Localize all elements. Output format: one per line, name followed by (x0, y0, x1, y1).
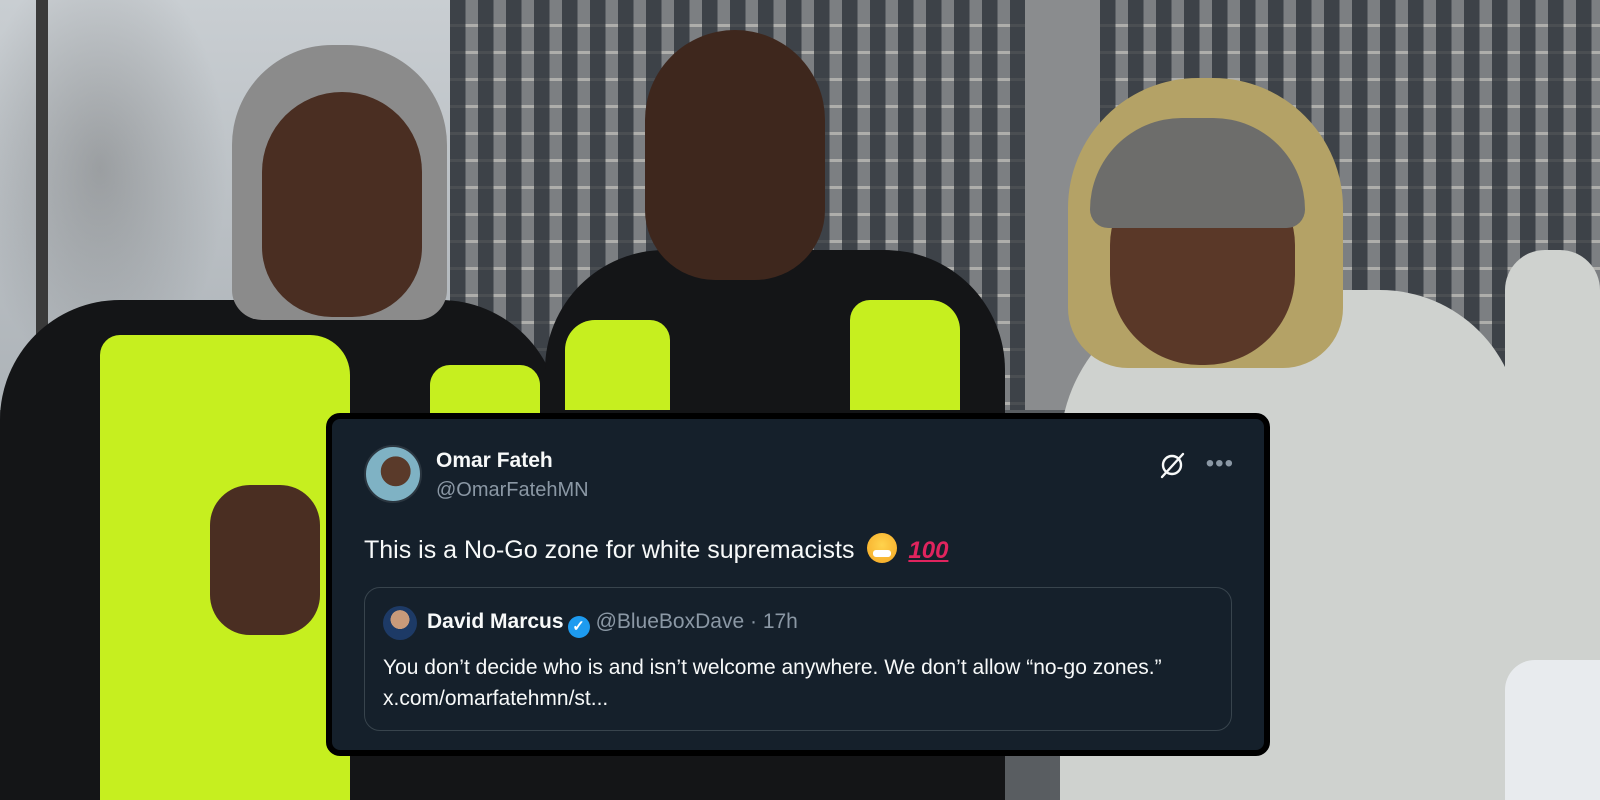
lamp-pole (36, 0, 48, 380)
person-left-hand (210, 485, 320, 635)
more-horizontal-icon[interactable]: ••• (1206, 450, 1234, 478)
person-right-raised-arm (1505, 250, 1600, 670)
verified-badge-icon: ✓ (567, 616, 590, 638)
author-handle[interactable]: @OmarFatehMN (436, 479, 589, 502)
quoted-tweet[interactable]: David Marcus ✓ @BlueBoxDave · 17h You don’… (364, 587, 1232, 731)
person-left-face (262, 92, 422, 317)
face-with-steam-emoji-icon (867, 533, 898, 563)
image-stage: Omar Fateh @OmarFatehMN ••• This is a No… (0, 0, 1600, 800)
quoted-author-handle[interactable]: @BlueBoxDave (596, 610, 745, 633)
quoted-tweet-text: You don’t decide who is and isn’t welcom… (383, 656, 1162, 710)
grok-icon[interactable] (1158, 451, 1186, 479)
quoted-author-name[interactable]: David Marcus (427, 610, 564, 633)
quoted-separator: · (749, 610, 757, 633)
tweet-card[interactable]: Omar Fateh @OmarFatehMN ••• This is a No… (326, 413, 1270, 756)
person-middle-vest-left (565, 320, 670, 410)
quoted-timestamp[interactable]: 17h (763, 610, 798, 633)
author-avatar[interactable] (364, 445, 422, 503)
person-middle-face (645, 30, 825, 280)
tweet-text: This is a No-Go zone for white supremaci… (364, 536, 855, 564)
quoted-author-avatar[interactable] (383, 606, 417, 640)
parked-car (1505, 660, 1600, 800)
person-middle-vest-right (850, 300, 960, 410)
quoted-tweet-header: David Marcus ✓ @BlueBoxDave · 17h (427, 610, 798, 638)
author-name[interactable]: Omar Fateh (436, 449, 553, 473)
hundred-points-emoji-icon: 100 (908, 537, 949, 564)
tweet-text-row: This is a No-Go zone for white supremaci… (364, 533, 948, 565)
